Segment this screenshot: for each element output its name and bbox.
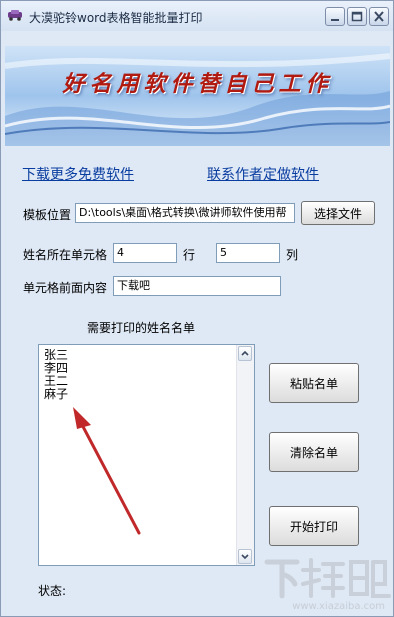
chevron-up-icon xyxy=(241,350,249,356)
vertical-scrollbar[interactable] xyxy=(236,345,254,565)
list-item: 麻子 xyxy=(44,387,69,401)
download-more-link[interactable]: 下载更多免费软件 xyxy=(22,164,134,184)
close-icon xyxy=(374,11,384,22)
name-cell-label: 姓名所在单元格 xyxy=(23,248,108,262)
status-label: 状态: xyxy=(38,584,67,598)
chevron-down-icon xyxy=(241,554,249,560)
scroll-up-button[interactable] xyxy=(238,346,252,361)
row-input[interactable]: 4 xyxy=(113,243,177,263)
names-heading: 需要打印的姓名名单 xyxy=(87,321,196,335)
app-window: 大漠驼铃word表格智能批量打印 好名用软件替自己工作 下载更多免费软件 联系作… xyxy=(0,0,394,617)
contact-author-link[interactable]: 联系作者定做软件 xyxy=(207,164,319,184)
start-print-button[interactable]: 开始打印 xyxy=(269,506,359,546)
watermark-logo: www.xiazaiba.com xyxy=(263,556,393,616)
template-label: 模板位置 xyxy=(23,208,72,222)
watermark-glyph xyxy=(264,558,391,599)
annotation-arrow-icon xyxy=(73,407,141,535)
banner-image: 好名用软件替自己工作 xyxy=(5,46,390,146)
title-bar: 大漠驼铃word表格智能批量打印 xyxy=(1,1,393,31)
prefix-label: 单元格前面内容 xyxy=(23,281,108,295)
scroll-down-button[interactable] xyxy=(238,549,252,564)
column-unit-label: 列 xyxy=(286,248,299,262)
watermark-url: www.xiazaiba.com xyxy=(292,601,385,612)
close-button[interactable] xyxy=(369,7,389,26)
paste-list-button[interactable]: 粘贴名单 xyxy=(269,363,359,403)
row-unit-label: 行 xyxy=(183,248,196,262)
choose-file-button[interactable]: 选择文件 xyxy=(301,201,375,225)
names-list: 张三 李四 王二 麻子 xyxy=(44,349,68,401)
minimize-button[interactable] xyxy=(325,7,345,26)
column-input[interactable]: 5 xyxy=(216,243,280,263)
maximize-button[interactable] xyxy=(347,7,367,26)
banner-slogan: 好名用软件替自己工作 xyxy=(62,71,333,97)
maximize-icon xyxy=(351,11,363,22)
prefix-input[interactable]: 下载吧 xyxy=(113,276,281,296)
template-path-field[interactable]: D:\tools\桌面\格式转换\微讲师软件使用帮 xyxy=(75,203,295,223)
minimize-icon xyxy=(331,19,339,21)
car-icon xyxy=(8,10,22,21)
window-title: 大漠驼铃word表格智能批量打印 xyxy=(29,11,203,25)
clear-list-button[interactable]: 清除名单 xyxy=(269,432,359,472)
